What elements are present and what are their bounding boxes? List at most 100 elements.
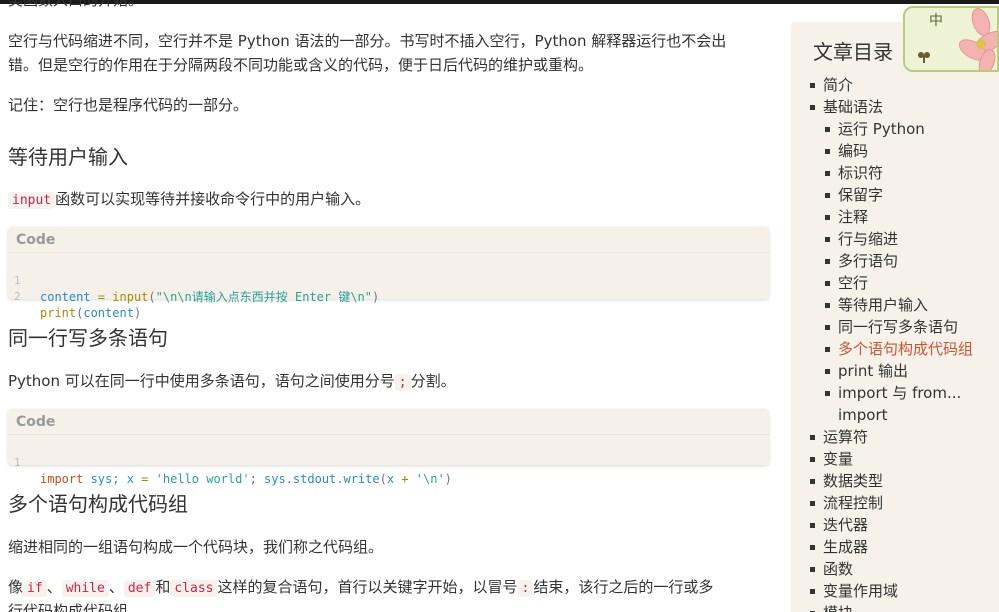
toc-item[interactable]: 变量作用域	[823, 580, 898, 602]
toc-item[interactable]: 运算符	[823, 426, 868, 448]
top-bar	[0, 0, 999, 4]
code-token: x	[126, 472, 134, 486]
toc-item[interactable]: 迭代器	[823, 514, 868, 536]
code-token: ;	[112, 472, 127, 486]
toc-item[interactable]: 保留字	[838, 184, 883, 206]
inline-code-colon: :	[517, 580, 534, 597]
toc-item[interactable]: 模块	[823, 602, 853, 612]
code-token: import	[40, 472, 84, 486]
toc-bullet	[825, 149, 830, 154]
toc-item[interactable]: 变量	[823, 448, 853, 470]
toc-item[interactable]: 编码	[838, 140, 868, 162]
code-token: x	[386, 472, 395, 486]
inline-code-class: class	[170, 580, 218, 597]
blank-line-paragraph-2: 错。但是空行的作用在于分隔两段不同功能或含义的代码，便于日后代码的维护或重构。	[8, 56, 594, 74]
separator: 、	[108, 578, 124, 596]
code-token: (	[379, 472, 387, 486]
inline-code-if: if	[23, 580, 47, 597]
blank-line-paragraph-1: 空行与代码缩进不同，空行并不是 Python 语法的一部分。书写时不插入空行，P…	[8, 32, 727, 50]
toc-bullet	[825, 193, 830, 198]
toc-item[interactable]: 注释	[838, 206, 868, 228]
toc-item[interactable]: 函数	[823, 558, 853, 580]
toc-bullet	[810, 567, 815, 572]
code-token: sys.stdout.write	[264, 472, 380, 486]
toc-bullet	[825, 369, 830, 374]
code-block-input: Code 1 content = input("\n\n请输入点东西并按 Ent…	[8, 227, 769, 320]
code-token: =	[133, 472, 156, 486]
heading-same-line: 同一行写多条语句	[8, 326, 168, 350]
code-token: (	[148, 290, 156, 304]
code-token: content	[83, 306, 134, 320]
toc-bullet	[810, 545, 815, 550]
toc-item[interactable]: 简介	[823, 74, 853, 96]
code-token: )	[133, 306, 142, 320]
toc-item[interactable]: 空行	[838, 272, 868, 294]
toc-item[interactable]: 数据类型	[823, 470, 883, 492]
toc-bullet	[810, 501, 815, 506]
line-number: 2	[14, 290, 21, 303]
heading-code-group: 多个语句构成代码组	[8, 492, 188, 516]
toc-bullet	[810, 83, 815, 88]
cut-paragraph: 类函数入口的开始。	[8, 0, 144, 9]
code-token: +	[394, 472, 416, 486]
input-paragraph: input 函数可以实现等待并接收命令行中的用户输入。	[8, 187, 370, 213]
toc-item[interactable]: import 与 from...	[838, 382, 961, 404]
code-caption: Code	[8, 227, 769, 253]
same-line-paragraph: Python 可以在同一行中使用多条语句，语句之间使用分号; 分割。	[8, 369, 456, 395]
toc-sidebar: 文章目录 简介 基础语法 运行 Python 编码 标识符 保留字 注释 行与缩进 多行语句 空行…	[791, 22, 999, 612]
and-text: 和	[155, 578, 171, 596]
code-line: 2 print ( content)	[8, 273, 769, 320]
code-token: =	[90, 290, 113, 304]
code-token: '\n'	[415, 472, 445, 486]
heading-wait-input: 等待用户输入	[8, 145, 128, 169]
remember-paragraph: 记住：空行也是程序代码的一部分。	[8, 96, 249, 114]
sprout-icon	[918, 52, 930, 63]
line-number: 1	[14, 456, 21, 469]
inline-code-input: input	[8, 192, 56, 209]
widget-label: 中	[929, 13, 943, 29]
code-group-paragraph: 缩进相同的一组语句构成一个代码块，我们称之代码组。	[8, 538, 384, 556]
toc-item[interactable]: 多行语句	[838, 250, 898, 272]
toc-bullet	[825, 171, 830, 176]
same-line-text-a: Python 可以在同一行中使用多条语句，语句之间使用分号	[8, 372, 395, 390]
compound-text-c: 结束，该行之后的一行或多	[533, 578, 714, 596]
inline-code-def: def	[123, 580, 156, 597]
toc-item[interactable]: print 输出	[838, 360, 908, 382]
code-block-same-line: Code 1 import sys; x = 'hello world'; sy…	[8, 409, 769, 486]
code-token: ;	[249, 472, 265, 486]
code-caption: Code	[8, 409, 769, 435]
toc-item[interactable]: 多个语句构成代码组	[838, 338, 973, 360]
toc-item[interactable]: 行与缩进	[838, 228, 898, 250]
toc-item-continuation[interactable]: import	[838, 404, 888, 426]
input-paragraph-text: 函数可以实现等待并接收命令行中的用户输入。	[55, 190, 371, 208]
compound-paragraph: 像 if、 while、 def 和 class 这样的复合语句，首行以关键字开始，以冒号:…	[8, 575, 778, 601]
toc-item[interactable]: 等待用户输入	[838, 294, 928, 316]
corner-widget[interactable]: 中	[903, 6, 999, 72]
toc-bullet	[825, 281, 830, 286]
code-token: 'hello world'	[155, 472, 250, 486]
toc-bullet	[825, 127, 830, 132]
toc-bullet	[825, 391, 830, 396]
code-token: sys	[83, 472, 113, 486]
toc-item[interactable]: 流程控制	[823, 492, 883, 514]
flower-icon	[959, 8, 997, 70]
toc-bullet	[810, 457, 815, 462]
code-token: print	[40, 306, 77, 320]
code-token: )	[444, 472, 452, 486]
code-token: "\n\n请输入点东西并按 Enter 键\n"	[155, 290, 372, 304]
compound-paragraph-line2: 行代码构成代码组。	[8, 602, 144, 612]
same-line-text-b: 分割。	[410, 372, 456, 390]
toc-item[interactable]: 运行 Python	[838, 118, 925, 140]
toc-item[interactable]: 标识符	[838, 162, 883, 184]
toc-item[interactable]: 生成器	[823, 536, 868, 558]
toc-bullet	[825, 237, 830, 242]
inline-code-while: while	[61, 580, 109, 597]
toc-item[interactable]: 基础语法	[823, 96, 883, 118]
toc-bullet	[810, 523, 815, 528]
toc-item[interactable]: 同一行写多条语句	[838, 316, 958, 338]
toc-bullet	[825, 303, 830, 308]
toc-bullet	[825, 347, 830, 352]
toc-bullet	[825, 259, 830, 264]
toc-title: 文章目录	[813, 40, 893, 64]
toc-bullet	[825, 215, 830, 220]
